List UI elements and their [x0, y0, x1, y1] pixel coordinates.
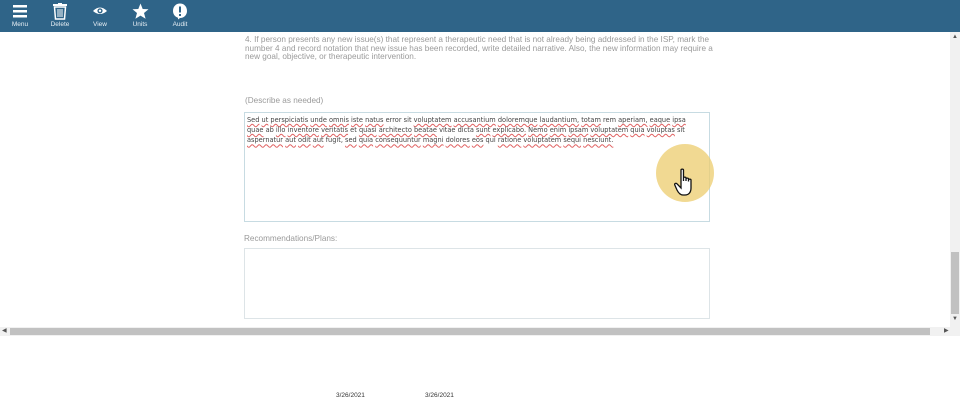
describe-word: sit	[676, 126, 685, 135]
describe-word: sunt	[475, 126, 491, 135]
footer-date-1: 3/26/2021	[336, 392, 365, 399]
top-toolbar: Menu Delete View Units Audit	[0, 0, 960, 32]
units-label: Units	[132, 21, 148, 28]
vertical-scrollbar[interactable]: ▲ ▼	[950, 32, 960, 327]
describe-word: ipsam	[568, 126, 589, 135]
describe-word: architecto	[378, 126, 412, 135]
describe-word: error	[385, 116, 402, 124]
describe-word: doloremque	[497, 116, 538, 124]
describe-word: enim	[549, 126, 567, 135]
describe-word: explicabo.	[492, 126, 527, 135]
describe-word: fugit,	[325, 136, 343, 145]
hamburger-icon	[0, 3, 40, 21]
describe-word: et	[350, 126, 357, 135]
menu-button[interactable]: Menu	[0, 0, 40, 32]
describe-word: dolores	[445, 136, 470, 145]
describe-word: ipsa	[672, 116, 686, 124]
describe-word: sed	[345, 136, 357, 145]
eye-icon	[80, 3, 120, 21]
describe-word: eos	[471, 136, 484, 145]
describe-word: eaque	[649, 116, 671, 124]
audit-label: Audit	[172, 21, 188, 28]
audit-button[interactable]: Audit	[160, 0, 200, 32]
question-4-text: 4. If person presents any new issue(s) t…	[245, 35, 713, 62]
describe-word: perspiciatis	[270, 116, 309, 124]
recommendations-textarea[interactable]	[244, 248, 710, 319]
star-icon	[120, 3, 160, 21]
describe-word: nesciunt.	[583, 136, 614, 145]
trash-icon	[40, 3, 80, 21]
menu-label: Menu	[11, 21, 29, 28]
describe-word: sequi	[563, 136, 582, 145]
describe-word: quasi	[358, 126, 377, 135]
describe-word: natus	[365, 116, 384, 124]
describe-word: magni	[422, 136, 444, 145]
describe-word: ratione	[497, 136, 522, 145]
footer-date-2: 3/26/2021	[425, 392, 454, 399]
describe-word: ut	[261, 116, 269, 124]
describe-word: iste	[351, 116, 363, 124]
describe-word: sit	[403, 116, 412, 124]
describe-word: ab	[265, 126, 274, 135]
horizontal-scrollbar[interactable]: ◀ ▶	[0, 327, 960, 336]
describe-word: beatae	[413, 126, 437, 135]
delete-label: Delete	[50, 21, 70, 28]
vertical-scroll-thumb[interactable]	[951, 252, 959, 314]
describe-word: voluptatem	[590, 126, 629, 135]
describe-word: vitae	[439, 126, 456, 135]
describe-word: quae	[247, 126, 264, 135]
units-button[interactable]: Units	[120, 0, 160, 32]
describe-word: illo	[275, 126, 286, 135]
describe-word: aspernatur	[247, 136, 284, 145]
describe-word: omnis	[329, 116, 349, 124]
alert-icon	[160, 3, 200, 21]
describe-textarea[interactable]: Sed ut perspiciatis unde omnis iste natu…	[244, 112, 710, 222]
describe-word: unde	[310, 116, 327, 124]
recommendations-label: Recommendations/Plans:	[244, 234, 338, 243]
describe-label: (Describe as needed)	[245, 96, 324, 105]
describe-word: qui	[485, 136, 496, 145]
view-button[interactable]: View	[80, 0, 120, 32]
form-content: 4. If person presents any new issue(s) t…	[0, 32, 950, 327]
describe-word: laudantium,	[539, 116, 580, 124]
describe-word: consequuntur	[375, 136, 421, 145]
describe-word: aut	[285, 136, 296, 145]
describe-word: voluptas	[646, 126, 675, 135]
describe-word: aperiam,	[618, 116, 648, 124]
scroll-down-icon[interactable]: ▼	[952, 316, 958, 322]
describe-text: Sed ut perspiciatis unde omnis iste natu…	[247, 115, 703, 146]
describe-word: inventore	[287, 126, 319, 135]
view-label: View	[93, 21, 107, 28]
describe-word: odit	[298, 136, 311, 145]
describe-word: quia	[630, 126, 645, 135]
describe-word: Sed	[247, 116, 260, 124]
scroll-right-icon[interactable]: ▶	[944, 327, 949, 334]
describe-word: rem	[602, 116, 617, 124]
horizontal-scroll-thumb[interactable]	[10, 328, 930, 335]
describe-word: voluptatem	[413, 116, 452, 124]
describe-word: voluptatem	[523, 136, 562, 145]
describe-word: quia	[358, 136, 374, 145]
describe-word: totam	[581, 116, 601, 124]
describe-word: Nemo	[528, 126, 548, 135]
hand-cursor-icon	[674, 168, 692, 196]
delete-button[interactable]: Delete	[40, 0, 80, 32]
describe-word: aut	[312, 136, 324, 145]
scroll-left-icon[interactable]: ◀	[2, 327, 7, 334]
describe-word: accusantium	[453, 116, 496, 124]
scroll-up-icon[interactable]: ▲	[952, 34, 958, 40]
describe-word: veritatis	[321, 126, 349, 135]
describe-word: dicta	[457, 126, 474, 135]
